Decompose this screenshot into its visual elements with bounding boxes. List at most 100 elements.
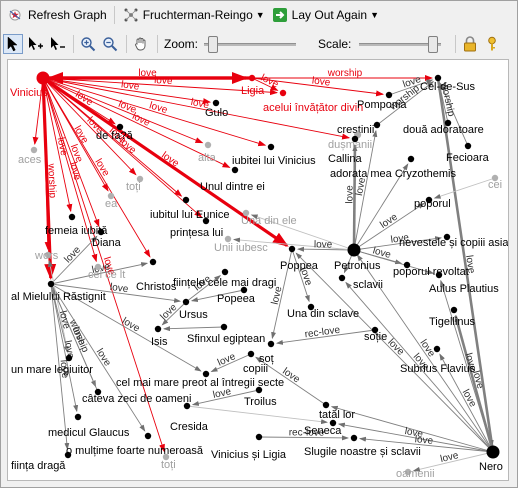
zoom-out-icon xyxy=(103,37,118,52)
graph-node-label: acelui învățător divin xyxy=(263,102,363,114)
graph-node-label: ființele cele mai dragi xyxy=(173,277,276,289)
graph-node-medicul[interactable] xyxy=(74,413,82,421)
graph-node-sfinxul[interactable] xyxy=(220,323,228,331)
graph-node-aulus[interactable] xyxy=(435,271,443,279)
edge-label: love xyxy=(94,347,113,369)
graph-node-label: alta xyxy=(198,152,217,164)
graph-node-unmare[interactable] xyxy=(65,354,73,362)
edge-label: love xyxy=(378,211,400,231)
graph-node-pomponia[interactable] xyxy=(385,91,393,99)
graph-window: Refresh Graph Fruchterman-Reingo ▼ Lay O… xyxy=(0,0,518,488)
graph-node-iubitullui[interactable] xyxy=(182,196,190,204)
graph-node-subrius[interactable] xyxy=(433,345,441,353)
graph-node-label: Vinicius xyxy=(10,87,48,99)
graph-node-christos[interactable] xyxy=(149,258,157,266)
graph-node-unuldintre[interactable] xyxy=(231,166,239,174)
hand-icon xyxy=(135,37,146,51)
graph-node-label: Popeea xyxy=(217,293,256,305)
graph-node-tigellinus[interactable] xyxy=(450,306,458,314)
graph-node-nero[interactable] xyxy=(486,445,500,459)
zoom-out-button[interactable] xyxy=(100,34,120,54)
graph-node-label: prințesa lui xyxy=(170,227,223,239)
refresh-graph-button[interactable]: Refresh Graph xyxy=(3,4,110,26)
graph-node-iubitei[interactable] xyxy=(267,143,275,151)
graph-node-aces[interactable] xyxy=(30,146,38,154)
graph-node-ursus[interactable] xyxy=(182,298,190,306)
edge-label: love xyxy=(72,124,91,146)
graph-node-copiii[interactable] xyxy=(247,350,255,358)
edge-label: love xyxy=(62,244,83,265)
graph-node-acelui[interactable] xyxy=(279,89,287,97)
lock-button[interactable] xyxy=(460,34,480,54)
zoom-slider-thumb[interactable] xyxy=(208,36,219,53)
select-tool-button[interactable] xyxy=(3,34,23,54)
graph-node-petronius[interactable] xyxy=(347,243,361,257)
pin-button[interactable] xyxy=(482,34,502,54)
pan-tool-button[interactable] xyxy=(131,34,151,54)
graph-node-tatal[interactable] xyxy=(322,401,330,409)
graph-edge-sfinxul-isis xyxy=(162,326,225,332)
graph-node-sot[interactable] xyxy=(267,340,275,348)
graph-node-label: Una din sclave xyxy=(287,308,359,320)
graph-node-label: toți xyxy=(126,181,141,193)
graph-node-ligia[interactable] xyxy=(248,74,256,82)
edge-label: worship xyxy=(327,68,363,79)
lock-icon xyxy=(464,36,477,52)
toolbar-separator xyxy=(157,35,158,53)
graph-node-almielului[interactable] xyxy=(47,280,55,288)
graph-node-fecioara[interactable] xyxy=(464,142,472,150)
graph-node-sclavii[interactable] xyxy=(338,274,346,282)
graph-node-fiinta[interactable] xyxy=(64,451,72,459)
chevron-down-icon: ▼ xyxy=(255,10,265,20)
graph-node-label: adorata mea Cryzothemis xyxy=(330,168,456,180)
graph-node-label: Petronius xyxy=(334,260,381,272)
graph-node-alta[interactable] xyxy=(204,141,212,149)
subtract-selection-tool-button[interactable] xyxy=(47,34,67,54)
graph-node-label: Aulus Plautius xyxy=(429,283,499,295)
chevron-down-icon[interactable]: ▼ xyxy=(370,10,379,20)
graph-node-troilus[interactable] xyxy=(255,386,263,394)
graph-node-cresida[interactable] xyxy=(183,402,191,410)
graph-edge-cresida-seneca xyxy=(186,405,329,425)
graph-node-adorata[interactable] xyxy=(407,155,415,163)
graph-node-label: tatăl lor xyxy=(319,409,355,421)
edge-label: love xyxy=(311,75,331,88)
zoom-in-button[interactable] xyxy=(78,34,98,54)
graph-node-callina[interactable] xyxy=(351,135,359,143)
graph-node-isis[interactable] xyxy=(154,325,162,333)
lay-out-again-button[interactable]: Lay Out Again ▼ xyxy=(268,4,382,26)
graph-node-slugile[interactable] xyxy=(350,434,358,442)
graph-node-label: Vinicius și Ligia xyxy=(211,449,287,461)
scale-slider[interactable] xyxy=(359,34,442,54)
graph-node-poppea[interactable] xyxy=(288,245,296,253)
graph-node-label: Nero xyxy=(479,461,503,473)
graph-node-label: al Mielului Răstignit xyxy=(11,291,106,303)
zoom-slider[interactable] xyxy=(204,34,297,54)
edge-label: love xyxy=(158,302,179,323)
graph-node-label: ființa dragă xyxy=(11,460,66,472)
graph-node-gulo[interactable] xyxy=(212,99,220,107)
graph-node-omultime[interactable] xyxy=(144,432,152,440)
pointer-icon xyxy=(7,36,18,52)
layout-algorithm-dropdown[interactable]: Fruchterman-Reingo ▼ xyxy=(119,4,268,26)
add-selection-tool-button[interactable] xyxy=(25,34,45,54)
scale-slider-thumb[interactable] xyxy=(427,36,438,53)
graph-node-label: Ursus xyxy=(179,309,208,321)
lay-out-again-label: Lay Out Again xyxy=(291,8,368,22)
edge-label: love xyxy=(120,79,140,93)
graph-node-label: cei xyxy=(488,179,502,191)
graph-node-label: o mulțime foarte numeroasă xyxy=(66,445,204,457)
graph-node-printesa[interactable] xyxy=(202,217,210,225)
graph-node-label: Seneca xyxy=(304,425,342,437)
graph-canvas[interactable]: love worship love love love love love love love l… xyxy=(7,59,509,481)
edge-label: love xyxy=(439,450,460,465)
graph-node-fiintele[interactable] xyxy=(221,268,229,276)
edge-label: love xyxy=(120,316,142,335)
zoom-label: Zoom: xyxy=(164,37,199,51)
graph-node-crestinii[interactable] xyxy=(373,121,381,129)
graph-node-label: aces xyxy=(18,154,42,166)
graph-node-femeia[interactable] xyxy=(68,213,76,221)
graph-node-diana[interactable] xyxy=(97,228,105,236)
graph-node-vinicius[interactable] xyxy=(36,71,50,85)
graph-node-vinicsiligia[interactable] xyxy=(255,433,263,441)
